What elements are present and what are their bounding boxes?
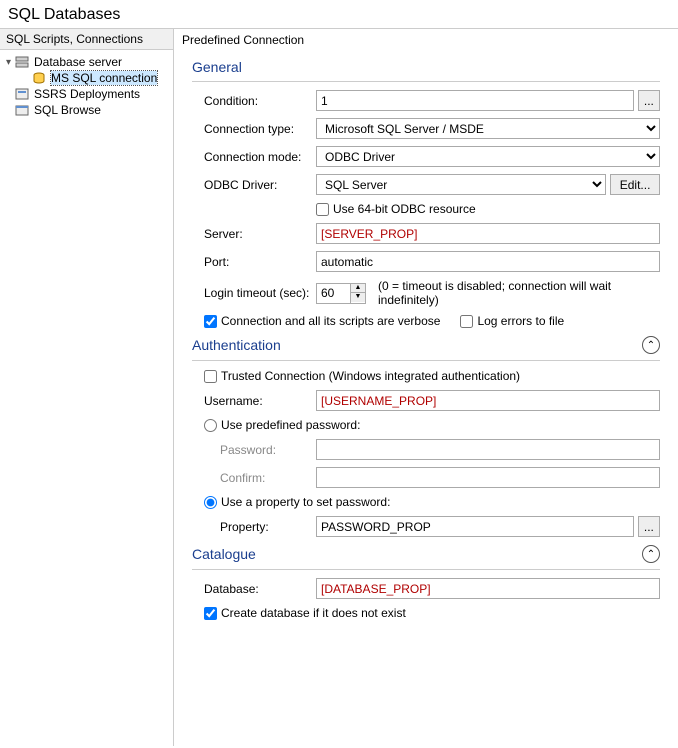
create-db-checkbox[interactable]: Create database if it does not exist: [204, 606, 406, 620]
port-input[interactable]: [316, 251, 660, 272]
timeout-label: Login timeout (sec):: [204, 286, 316, 300]
tree-item-ssrs[interactable]: SSRS Deployments: [0, 86, 173, 102]
collapse-button[interactable]: ⌃: [642, 336, 660, 354]
condition-browse-button[interactable]: ...: [638, 90, 660, 111]
browse-icon: [15, 104, 31, 117]
odbc-label: ODBC Driver:: [204, 178, 316, 192]
property-browse-button[interactable]: ...: [638, 516, 660, 537]
log-errors-checkbox[interactable]: Log errors to file: [460, 314, 564, 328]
verbose-checkbox[interactable]: Connection and all its scripts are verbo…: [204, 314, 440, 328]
timeout-input[interactable]: [316, 283, 350, 304]
condition-label: Condition:: [204, 94, 316, 108]
property-label: Property:: [220, 520, 316, 534]
tree-item-sql-browse[interactable]: SQL Browse: [0, 102, 173, 118]
property-input[interactable]: [316, 516, 634, 537]
confirm-input[interactable]: [316, 467, 660, 488]
settings-panel: Predefined Connection General Condition:…: [173, 28, 678, 746]
predefined-password-radio[interactable]: Use predefined password:: [204, 418, 360, 432]
conn-mode-label: Connection mode:: [204, 150, 316, 164]
server-input[interactable]: [316, 223, 660, 244]
confirm-label: Confirm:: [220, 471, 316, 485]
server-label: Server:: [204, 227, 316, 241]
username-input[interactable]: [316, 390, 660, 411]
conn-mode-select[interactable]: ODBC Driver: [316, 146, 660, 167]
condition-input[interactable]: [316, 90, 634, 111]
tree-item-mssql-connection[interactable]: MS SQL connection: [0, 70, 173, 86]
connection-icon: [32, 72, 48, 85]
spinner-up-icon[interactable]: ▲: [351, 284, 365, 293]
chevron-up-icon: ⌃: [647, 340, 655, 351]
spinner-down-icon[interactable]: ▼: [351, 293, 365, 302]
sidebar-header: SQL Scripts, Connections: [0, 29, 173, 50]
use64-checkbox[interactable]: Use 64-bit ODBC resource: [316, 202, 476, 216]
window-title: SQL Databases: [0, 0, 678, 28]
password-input[interactable]: [316, 439, 660, 460]
tree: ▾ Database server MS SQL connection SSRS…: [0, 50, 173, 122]
conn-type-select[interactable]: Microsoft SQL Server / MSDE: [316, 118, 660, 139]
edit-button[interactable]: Edit...: [610, 174, 660, 195]
tree-item-database-server[interactable]: ▾ Database server: [0, 54, 173, 70]
collapse-button[interactable]: ⌃: [642, 545, 660, 563]
username-label: Username:: [204, 394, 316, 408]
tree-item-label: Database server: [34, 55, 122, 69]
tree-item-label: SQL Browse: [34, 103, 101, 117]
password-label: Password:: [220, 443, 316, 457]
trusted-checkbox[interactable]: Trusted Connection (Windows integrated a…: [204, 369, 520, 383]
deploy-icon: [15, 88, 31, 101]
tree-item-label: SSRS Deployments: [34, 87, 140, 101]
odbc-select[interactable]: SQL Server: [316, 174, 606, 195]
timeout-spinner[interactable]: ▲▼: [316, 283, 366, 304]
port-label: Port:: [204, 255, 316, 269]
database-input[interactable]: [316, 578, 660, 599]
panel-header: Predefined Connection: [174, 29, 678, 51]
tree-item-label: MS SQL connection: [51, 71, 157, 85]
section-title-general: General: [192, 59, 242, 75]
collapse-icon[interactable]: ▾: [3, 57, 14, 68]
conn-type-label: Connection type:: [204, 122, 316, 136]
property-password-radio[interactable]: Use a property to set password:: [204, 495, 390, 509]
chevron-up-icon: ⌃: [647, 549, 655, 560]
database-label: Database:: [204, 582, 316, 596]
timeout-hint: (0 = timeout is disabled; connection wil…: [378, 279, 660, 307]
section-title-auth: Authentication: [192, 337, 281, 353]
sidebar: SQL Scripts, Connections ▾ Database serv…: [0, 28, 173, 746]
server-icon: [15, 56, 31, 69]
section-title-catalogue: Catalogue: [192, 546, 256, 562]
